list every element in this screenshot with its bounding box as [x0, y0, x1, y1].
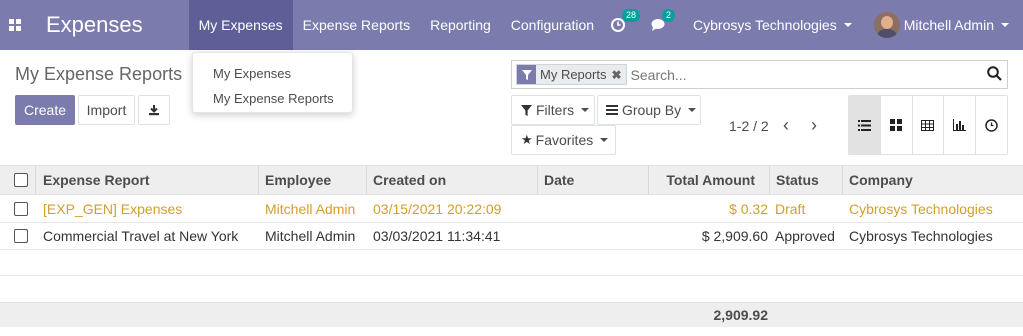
cell-company: Cybrosys Technologies [849, 228, 993, 244]
user-name: Mitchell Admin [903, 17, 994, 33]
cell-status: Approved [775, 228, 835, 244]
cell-company: Cybrosys Technologies [849, 200, 993, 217]
company-name: Cybrosys Technologies [693, 17, 837, 33]
messages-count-badge: 2 [662, 9, 676, 22]
caret-down-icon [581, 108, 590, 112]
graph-view-button[interactable] [944, 96, 977, 154]
column-created-on[interactable]: Created on [373, 166, 446, 194]
group-by-label: Group By [622, 102, 682, 118]
cell-total-amount: $ 0.32 [729, 200, 768, 217]
cell-employee: Mitchell Admin [265, 228, 356, 244]
search-facet: My Reports ✖ [516, 64, 627, 85]
activity-view-button[interactable] [976, 96, 1007, 154]
app-title: Expenses [46, 12, 143, 37]
search-icon[interactable] [987, 66, 1002, 84]
column-employee[interactable]: Employee [265, 166, 331, 194]
table-row[interactable]: Commercial Travel at New York Mitchell A… [0, 223, 1023, 250]
menu-configuration[interactable]: Configuration [501, 0, 604, 50]
caret-down-icon [600, 138, 609, 142]
favorites-button[interactable]: ★ Favorites [511, 125, 616, 155]
select-all-checkbox[interactable] [14, 173, 28, 187]
column-total-amount[interactable]: Total Amount [648, 166, 755, 194]
avatar [873, 12, 900, 38]
caret-down-icon [843, 23, 852, 27]
create-button[interactable]: Create [15, 95, 75, 125]
activities-count-badge: 28 [622, 9, 641, 22]
search-bar: My Reports ✖ [511, 60, 1008, 89]
kanban-view-icon [890, 119, 903, 131]
table-row[interactable]: [EXP_GEN] Expenses Mitchell Admin 03/15/… [0, 195, 1023, 223]
view-switcher [848, 95, 1008, 155]
column-company[interactable]: Company [849, 166, 913, 194]
table-header: Expense Report Employee Created on Date … [0, 165, 1023, 195]
row-checkbox[interactable] [14, 229, 28, 243]
column-status[interactable]: Status [776, 166, 819, 194]
dropdown-item-my-expense-reports[interactable]: My Expense Reports [193, 86, 352, 111]
cell-created-on: 03/15/2021 20:22:09 [373, 200, 502, 217]
apps-menu-icon[interactable] [0, 0, 30, 50]
messages-button[interactable]: 2 [651, 9, 676, 32]
clock-icon [985, 118, 998, 132]
table-icon [921, 119, 935, 131]
column-expense-report[interactable]: Expense Report [43, 166, 150, 194]
row-checkbox[interactable] [14, 201, 28, 216]
download-button[interactable] [138, 95, 170, 125]
filter-icon [521, 104, 532, 116]
empty-row [0, 250, 1023, 276]
filters-button[interactable]: Filters [511, 95, 595, 125]
facet-label: My Reports [540, 67, 607, 82]
list-icon [606, 105, 618, 115]
filter-icon [517, 65, 536, 84]
close-icon[interactable]: ✖ [611, 68, 621, 82]
dropdown-item-my-expenses[interactable]: My Expenses [193, 61, 352, 86]
filters-label: Filters [536, 102, 575, 118]
table-footer: 2,909.92 [0, 302, 1023, 327]
page-title: My Expense Reports [15, 64, 183, 84]
cell-total-amount: $ 2,909.60 [701, 228, 768, 244]
cell-expense-report: Commercial Travel at New York [43, 228, 239, 244]
activities-button[interactable]: 28 [611, 9, 641, 32]
column-date[interactable]: Date [544, 166, 574, 194]
empty-row [0, 276, 1023, 302]
company-switcher[interactable]: Cybrosys Technologies [693, 17, 852, 33]
star-icon: ★ [521, 132, 533, 147]
pivot-view-button[interactable] [912, 96, 945, 154]
top-navbar: Expenses My Expenses Expense Reports Rep… [0, 0, 1023, 50]
bar-chart-icon [953, 119, 967, 131]
pager-next-icon[interactable]: › [811, 116, 817, 134]
total-amount-sum: 2,909.92 [713, 307, 769, 323]
caret-down-icon [688, 108, 697, 112]
kanban-view-button[interactable] [880, 96, 913, 154]
my-expenses-dropdown: My Expenses My Expense Reports [192, 52, 353, 113]
cell-employee: Mitchell Admin [265, 200, 356, 217]
caret-down-icon [1001, 23, 1009, 27]
cell-created-on: 03/03/2021 11:34:41 [373, 228, 501, 244]
user-menu[interactable]: Mitchell Admin [873, 12, 1009, 38]
pager-previous-icon[interactable]: ‹ [783, 116, 789, 134]
menu-expense-reports[interactable]: Expense Reports [293, 0, 420, 50]
import-button[interactable]: Import [78, 95, 135, 125]
favorites-label: Favorites [535, 132, 594, 148]
cell-status: Draft [775, 200, 806, 217]
menu-my-expenses[interactable]: My Expenses [188, 0, 293, 50]
pager-value[interactable]: 1-2 / 2 [729, 118, 769, 134]
group-by-button[interactable]: Group By [597, 95, 701, 125]
menu-reporting[interactable]: Reporting [420, 0, 501, 50]
download-icon [149, 105, 159, 116]
list-view-icon [857, 119, 871, 131]
list-view-button[interactable] [849, 96, 881, 154]
cell-expense-report: [EXP_GEN] Expenses [43, 200, 183, 217]
search-input[interactable] [630, 66, 971, 83]
